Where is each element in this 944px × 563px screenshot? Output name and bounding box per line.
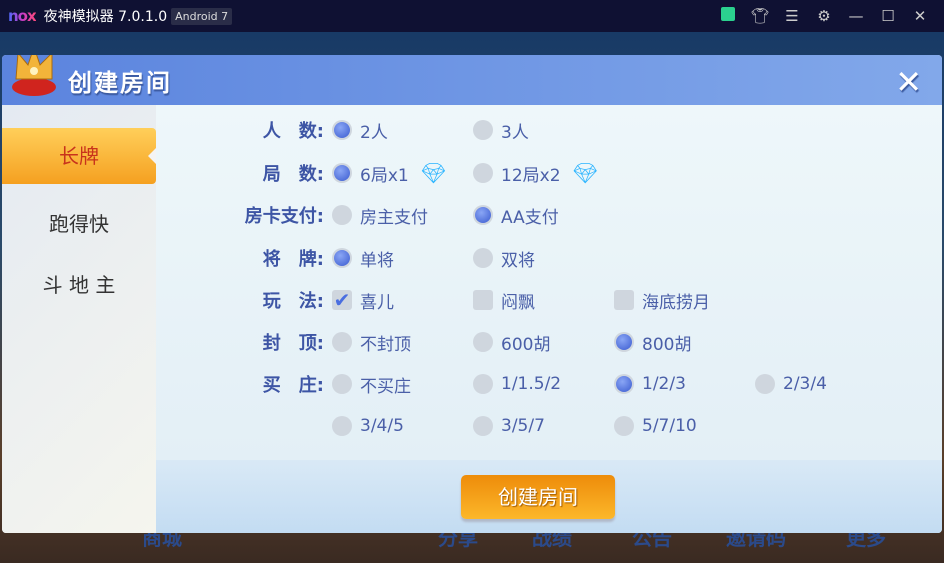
option-label: 不买庄 bbox=[360, 376, 411, 397]
settings-gear-icon[interactable]: ⚙ bbox=[808, 7, 840, 25]
radio-button[interactable] bbox=[473, 120, 493, 140]
radio-button[interactable] bbox=[332, 248, 352, 268]
checkbox[interactable] bbox=[614, 290, 634, 310]
radio-option[interactable]: 12局x2 💎︎ bbox=[473, 161, 598, 186]
skin-shirt-icon[interactable]: 👕︎ bbox=[744, 7, 776, 25]
diamond-icon: 💎︎ bbox=[420, 161, 447, 185]
radio-option[interactable]: 双将 bbox=[473, 246, 535, 271]
dialog-title: 创建房间 bbox=[68, 69, 172, 97]
sidebar-item-doudizhu[interactable]: 斗 地 主 bbox=[2, 257, 156, 313]
minimize-icon[interactable]: — bbox=[840, 7, 872, 25]
row-label: 局 数: bbox=[262, 164, 324, 185]
radio-button[interactable] bbox=[473, 205, 493, 225]
radio-button[interactable] bbox=[473, 332, 493, 352]
diamond-icon: 💎︎ bbox=[572, 161, 598, 185]
radio-option[interactable]: 2/3/4 bbox=[755, 372, 827, 396]
option-label: AA支付 bbox=[501, 207, 559, 228]
radio-button[interactable] bbox=[332, 120, 352, 140]
radio-button[interactable] bbox=[332, 332, 352, 352]
option-label: 海底捞月 bbox=[642, 292, 710, 313]
radio-button[interactable] bbox=[332, 416, 352, 436]
row-label: 将 牌: bbox=[262, 249, 324, 270]
checkbox[interactable] bbox=[332, 290, 352, 310]
radio-button[interactable] bbox=[614, 374, 634, 394]
dialog-header: 创建房间 ✕ bbox=[2, 55, 942, 105]
radio-option[interactable]: 6局x1 💎︎ bbox=[332, 161, 447, 186]
crown-icon bbox=[12, 55, 56, 96]
option-label: 2/3/4 bbox=[783, 374, 827, 394]
radio-option[interactable]: AA支付 bbox=[473, 203, 559, 228]
emulator-titlebar: nox 夜神模拟器 7.0.1.0 Android 7 👕︎ ☰ ⚙ — ☐ ✕ bbox=[0, 0, 944, 32]
radio-button[interactable] bbox=[473, 374, 493, 394]
radio-option[interactable]: 房主支付 bbox=[332, 203, 428, 228]
checkbox-option[interactable]: 闷飘 bbox=[473, 288, 535, 313]
option-label: 12局x2 bbox=[501, 165, 561, 186]
radio-button[interactable] bbox=[473, 163, 493, 183]
radio-option[interactable]: 3人 bbox=[473, 118, 529, 143]
sidebar-item-changpai[interactable]: 长牌 bbox=[2, 128, 158, 184]
option-label: 6局x1 bbox=[360, 165, 409, 186]
radio-button[interactable] bbox=[614, 416, 634, 436]
options-panel: 人 数: 2人 3人局 数: 6局x1 💎︎ 12局x2 💎︎ 房卡支付: 房主支付 AA支付将 … bbox=[156, 105, 942, 460]
row-label: 买 庄: bbox=[262, 375, 324, 396]
radio-option[interactable]: 单将 bbox=[332, 246, 394, 271]
option-label: 1/1.5/2 bbox=[501, 374, 562, 394]
radio-button[interactable] bbox=[755, 374, 775, 394]
option-label: 3人 bbox=[501, 122, 529, 143]
option-label: 闷飘 bbox=[501, 292, 535, 313]
option-label: 单将 bbox=[360, 250, 394, 271]
create-room-button[interactable]: 创建房间 bbox=[461, 475, 615, 519]
radio-option[interactable]: 600胡 bbox=[473, 330, 551, 355]
checkbox-option[interactable]: 喜儿 bbox=[332, 288, 394, 313]
option-label: 喜儿 bbox=[360, 292, 394, 313]
option-label: 3/4/5 bbox=[360, 416, 404, 436]
checkbox-option[interactable]: 海底捞月 bbox=[614, 288, 710, 313]
menu-icon[interactable]: ☰ bbox=[776, 7, 808, 25]
row-label: 玩 法: bbox=[262, 291, 324, 312]
sidebar-item-paodekuai[interactable]: 跑得快 bbox=[2, 196, 156, 252]
option-label: 房主支付 bbox=[360, 207, 428, 228]
radio-button[interactable] bbox=[473, 248, 493, 268]
option-label: 双将 bbox=[501, 250, 535, 271]
radio-option[interactable]: 800胡 bbox=[614, 330, 692, 355]
radio-option[interactable]: 2人 bbox=[332, 118, 388, 143]
radio-button[interactable] bbox=[332, 163, 352, 183]
app-title: 夜神模拟器 7.0.1.0 bbox=[43, 9, 168, 25]
close-dialog-button[interactable]: ✕ bbox=[895, 63, 922, 101]
option-label: 600胡 bbox=[501, 334, 551, 355]
radio-option[interactable]: 3/4/5 bbox=[332, 414, 404, 438]
create-room-dialog: 创建房间 ✕ 长牌 跑得快 斗 地 主 人 数: 2人 3人局 数: 6局x1 💎︎ 12… bbox=[2, 55, 942, 533]
radio-button[interactable] bbox=[473, 416, 493, 436]
nox-logo: nox bbox=[8, 7, 37, 25]
radio-option[interactable]: 5/7/10 bbox=[614, 414, 697, 438]
row-label: 房卡支付: bbox=[244, 206, 324, 227]
option-label: 800胡 bbox=[642, 334, 692, 355]
row-label: 封 顶: bbox=[262, 333, 324, 354]
game-type-sidebar: 长牌 跑得快 斗 地 主 bbox=[2, 105, 158, 533]
option-label: 2人 bbox=[360, 122, 388, 143]
checkbox[interactable] bbox=[473, 290, 493, 310]
option-label: 5/7/10 bbox=[642, 416, 697, 436]
radio-option[interactable]: 1/1.5/2 bbox=[473, 372, 561, 396]
option-label: 3/5/7 bbox=[501, 416, 545, 436]
radio-button[interactable] bbox=[614, 332, 634, 352]
radio-button[interactable] bbox=[332, 205, 352, 225]
store-bag-icon[interactable] bbox=[712, 7, 744, 25]
radio-option[interactable]: 不封顶 bbox=[332, 330, 411, 355]
android-version-badge: Android 7 bbox=[171, 7, 233, 25]
close-icon[interactable]: ✕ bbox=[904, 7, 936, 25]
radio-option[interactable]: 3/5/7 bbox=[473, 414, 545, 438]
option-label: 不封顶 bbox=[360, 334, 411, 355]
radio-button[interactable] bbox=[332, 374, 352, 394]
radio-option[interactable]: 1/2/3 bbox=[614, 372, 686, 396]
radio-option[interactable]: 不买庄 bbox=[332, 372, 411, 397]
row-label: 人 数: bbox=[262, 121, 324, 142]
maximize-icon[interactable]: ☐ bbox=[872, 7, 904, 25]
dialog-footer: 创建房间 bbox=[156, 460, 942, 533]
option-label: 1/2/3 bbox=[642, 374, 686, 394]
